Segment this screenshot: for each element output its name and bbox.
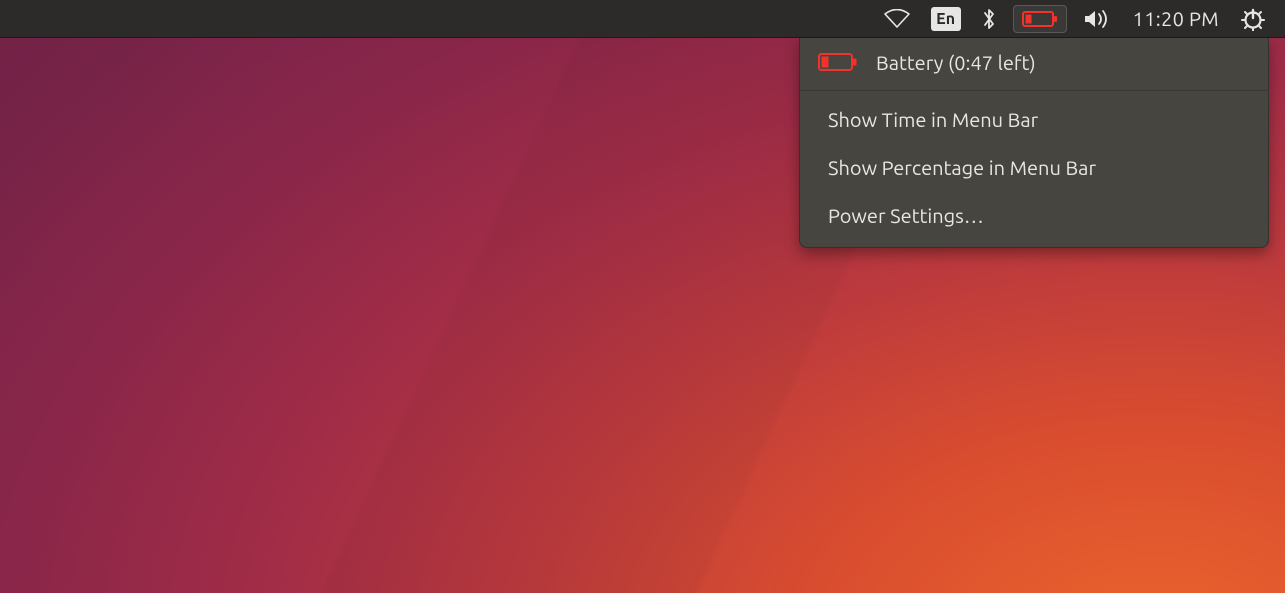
menu-bar: En 11:20 PM <box>0 0 1285 38</box>
clock-label: 11:20 PM <box>1133 7 1219 30</box>
language-label: En <box>936 10 955 28</box>
wifi-icon <box>883 9 911 29</box>
menu-separator <box>800 90 1268 91</box>
gear-power-icon <box>1241 7 1265 31</box>
language-badge: En <box>931 7 961 31</box>
bluetooth-icon <box>981 7 997 31</box>
sound-indicator[interactable] <box>1073 0 1121 38</box>
menu-item-label: Show Time in Menu Bar <box>828 108 1038 131</box>
menu-item-label: Show Percentage in Menu Bar <box>828 156 1096 179</box>
network-indicator[interactable] <box>873 0 921 38</box>
menu-item-show-time[interactable]: Show Time in Menu Bar <box>800 95 1268 143</box>
battery-status-label: Battery (0:47 left) <box>876 51 1036 74</box>
volume-icon <box>1083 8 1111 30</box>
clock-indicator[interactable]: 11:20 PM <box>1121 0 1231 38</box>
battery-critical-icon <box>1022 10 1058 28</box>
battery-critical-icon <box>818 52 858 72</box>
battery-status-item[interactable]: Battery (0:47 left) <box>800 38 1268 86</box>
battery-indicator[interactable] <box>1013 5 1067 33</box>
battery-menu: Battery (0:47 left) Show Time in Menu Ba… <box>799 38 1269 248</box>
bluetooth-indicator[interactable] <box>971 0 1007 38</box>
menu-item-power-settings[interactable]: Power Settings… <box>800 191 1268 239</box>
menu-item-show-percentage[interactable]: Show Percentage in Menu Bar <box>800 143 1268 191</box>
keyboard-language-indicator[interactable]: En <box>921 0 971 38</box>
menu-item-label: Power Settings… <box>828 204 984 227</box>
session-indicator[interactable] <box>1231 0 1275 38</box>
